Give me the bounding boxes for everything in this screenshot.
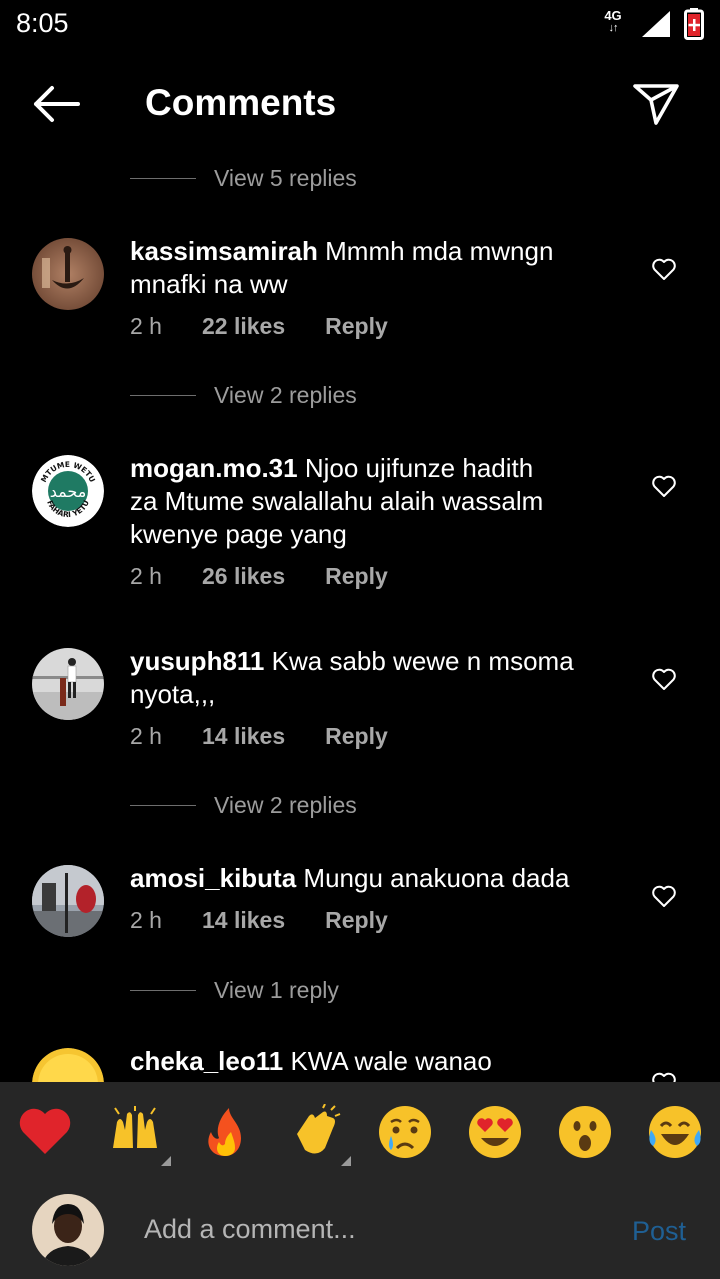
raising-hands-emoji[interactable] — [107, 1104, 171, 1166]
heart-icon[interactable] — [651, 884, 677, 908]
comment-time: 2 h — [130, 563, 162, 589]
fire-emoji[interactable] — [197, 1104, 253, 1160]
avatar-image — [32, 1048, 104, 1082]
network-type-indicator: 4G ↓↑ — [600, 9, 626, 35]
heart-icon[interactable] — [651, 1071, 677, 1082]
comment-text: amosi_kibuta Mungu anakuona dada — [130, 863, 570, 893]
comment-username[interactable]: amosi_kibuta — [130, 863, 296, 893]
comment-composer: Post — [0, 1182, 720, 1279]
avatar[interactable] — [32, 238, 104, 310]
view-replies-link[interactable]: View 1 reply — [130, 975, 339, 1005]
avatar-image: محمد MTUME WETU FAHARI YETU — [32, 455, 104, 527]
send-icon[interactable] — [630, 80, 682, 128]
reply-button[interactable]: Reply — [325, 313, 388, 340]
reply-button[interactable]: Reply — [325, 563, 388, 590]
comment-text: kassimsamirah Mmmh mda mwngn mnafki na w… — [130, 236, 554, 299]
surprised-face-emoji[interactable] — [557, 1104, 613, 1160]
heart-icon[interactable] — [651, 667, 677, 691]
comment-time: 2 h — [130, 907, 162, 933]
post-button[interactable]: Post — [632, 1216, 686, 1247]
comment-username[interactable]: mogan.mo.31 — [130, 453, 298, 483]
comment-likes[interactable]: 14 likes — [202, 723, 285, 750]
comment-text: yusuph811 Kwa sabb wewe n msoma nyota,,, — [130, 646, 574, 709]
comment-username[interactable]: yusuph811 — [130, 646, 264, 676]
avatar-image — [32, 238, 104, 310]
comment-time: 2 h — [130, 723, 162, 749]
divider-line — [130, 989, 196, 991]
view-replies-link[interactable]: View 2 replies — [130, 380, 357, 410]
heart-icon[interactable] — [651, 474, 677, 498]
comment-input[interactable] — [130, 1204, 600, 1254]
comments-feed[interactable]: View 5 replies kassimsamirah Mmmh mda mw… — [0, 150, 720, 1082]
divider-line — [130, 394, 196, 396]
header: Comments — [0, 60, 720, 150]
comment-meta: 2 h 14 likes Reply — [130, 723, 428, 750]
page-title: Comments — [145, 82, 337, 123]
crying-face-emoji[interactable] — [377, 1104, 433, 1160]
avatar-image — [32, 1194, 104, 1266]
divider-line — [130, 804, 196, 806]
avatar-image — [32, 648, 104, 720]
avatar[interactable] — [32, 648, 104, 720]
comment-text: mogan.mo.31 Njoo ujifunze hadith za Mtum… — [130, 453, 544, 549]
reply-button[interactable]: Reply — [325, 907, 388, 934]
view-replies-link[interactable]: View 2 replies — [130, 790, 357, 820]
view-replies-link[interactable]: View 5 replies — [130, 163, 357, 193]
avatar[interactable] — [32, 865, 104, 937]
network-activity-icon: ↓↑ — [608, 22, 619, 34]
avatar-image — [32, 865, 104, 937]
status-bar: 8:05 4G ↓↑ — [0, 0, 720, 52]
divider-line — [130, 177, 196, 179]
comment-meta: 2 h 14 likes Reply — [130, 907, 428, 934]
red-heart-emoji[interactable] — [17, 1104, 73, 1160]
comment-username[interactable]: kassimsamirah — [130, 236, 318, 266]
reply-button[interactable]: Reply — [325, 723, 388, 750]
current-user-avatar — [32, 1194, 104, 1266]
heart-icon[interactable] — [651, 257, 677, 281]
avatar[interactable]: محمد MTUME WETU FAHARI YETU — [32, 455, 104, 527]
comment-likes[interactable]: 26 likes — [202, 563, 285, 590]
comment-likes[interactable]: 14 likes — [202, 907, 285, 934]
svg-text:محمد: محمد — [50, 482, 87, 501]
comment-time: 2 h — [130, 313, 162, 339]
comment-meta: 2 h 26 likes Reply — [130, 563, 428, 590]
tears-of-joy-emoji[interactable] — [647, 1104, 703, 1160]
comment-username[interactable]: cheka_leo11 — [130, 1046, 283, 1076]
emoji-reaction-bar — [0, 1082, 720, 1182]
battery-icon — [684, 8, 704, 40]
comment-likes[interactable]: 22 likes — [202, 313, 285, 340]
comment-meta: 2 h 22 likes Reply — [130, 313, 428, 340]
clapping-hands-icon — [297, 1103, 341, 1154]
status-time: 8:05 — [16, 8, 69, 38]
skin-tone-indicator — [161, 1156, 171, 1166]
back-arrow-icon[interactable] — [28, 80, 84, 128]
clapping-hands-emoji[interactable] — [287, 1103, 351, 1166]
raising-hands-icon — [113, 1106, 157, 1148]
comment-text: cheka_leo11 KWA wale wanao — [130, 1046, 492, 1076]
signal-icon — [642, 11, 670, 37]
heart-eyes-emoji[interactable] — [467, 1104, 523, 1160]
skin-tone-indicator — [341, 1156, 351, 1166]
avatar[interactable] — [32, 1048, 104, 1082]
